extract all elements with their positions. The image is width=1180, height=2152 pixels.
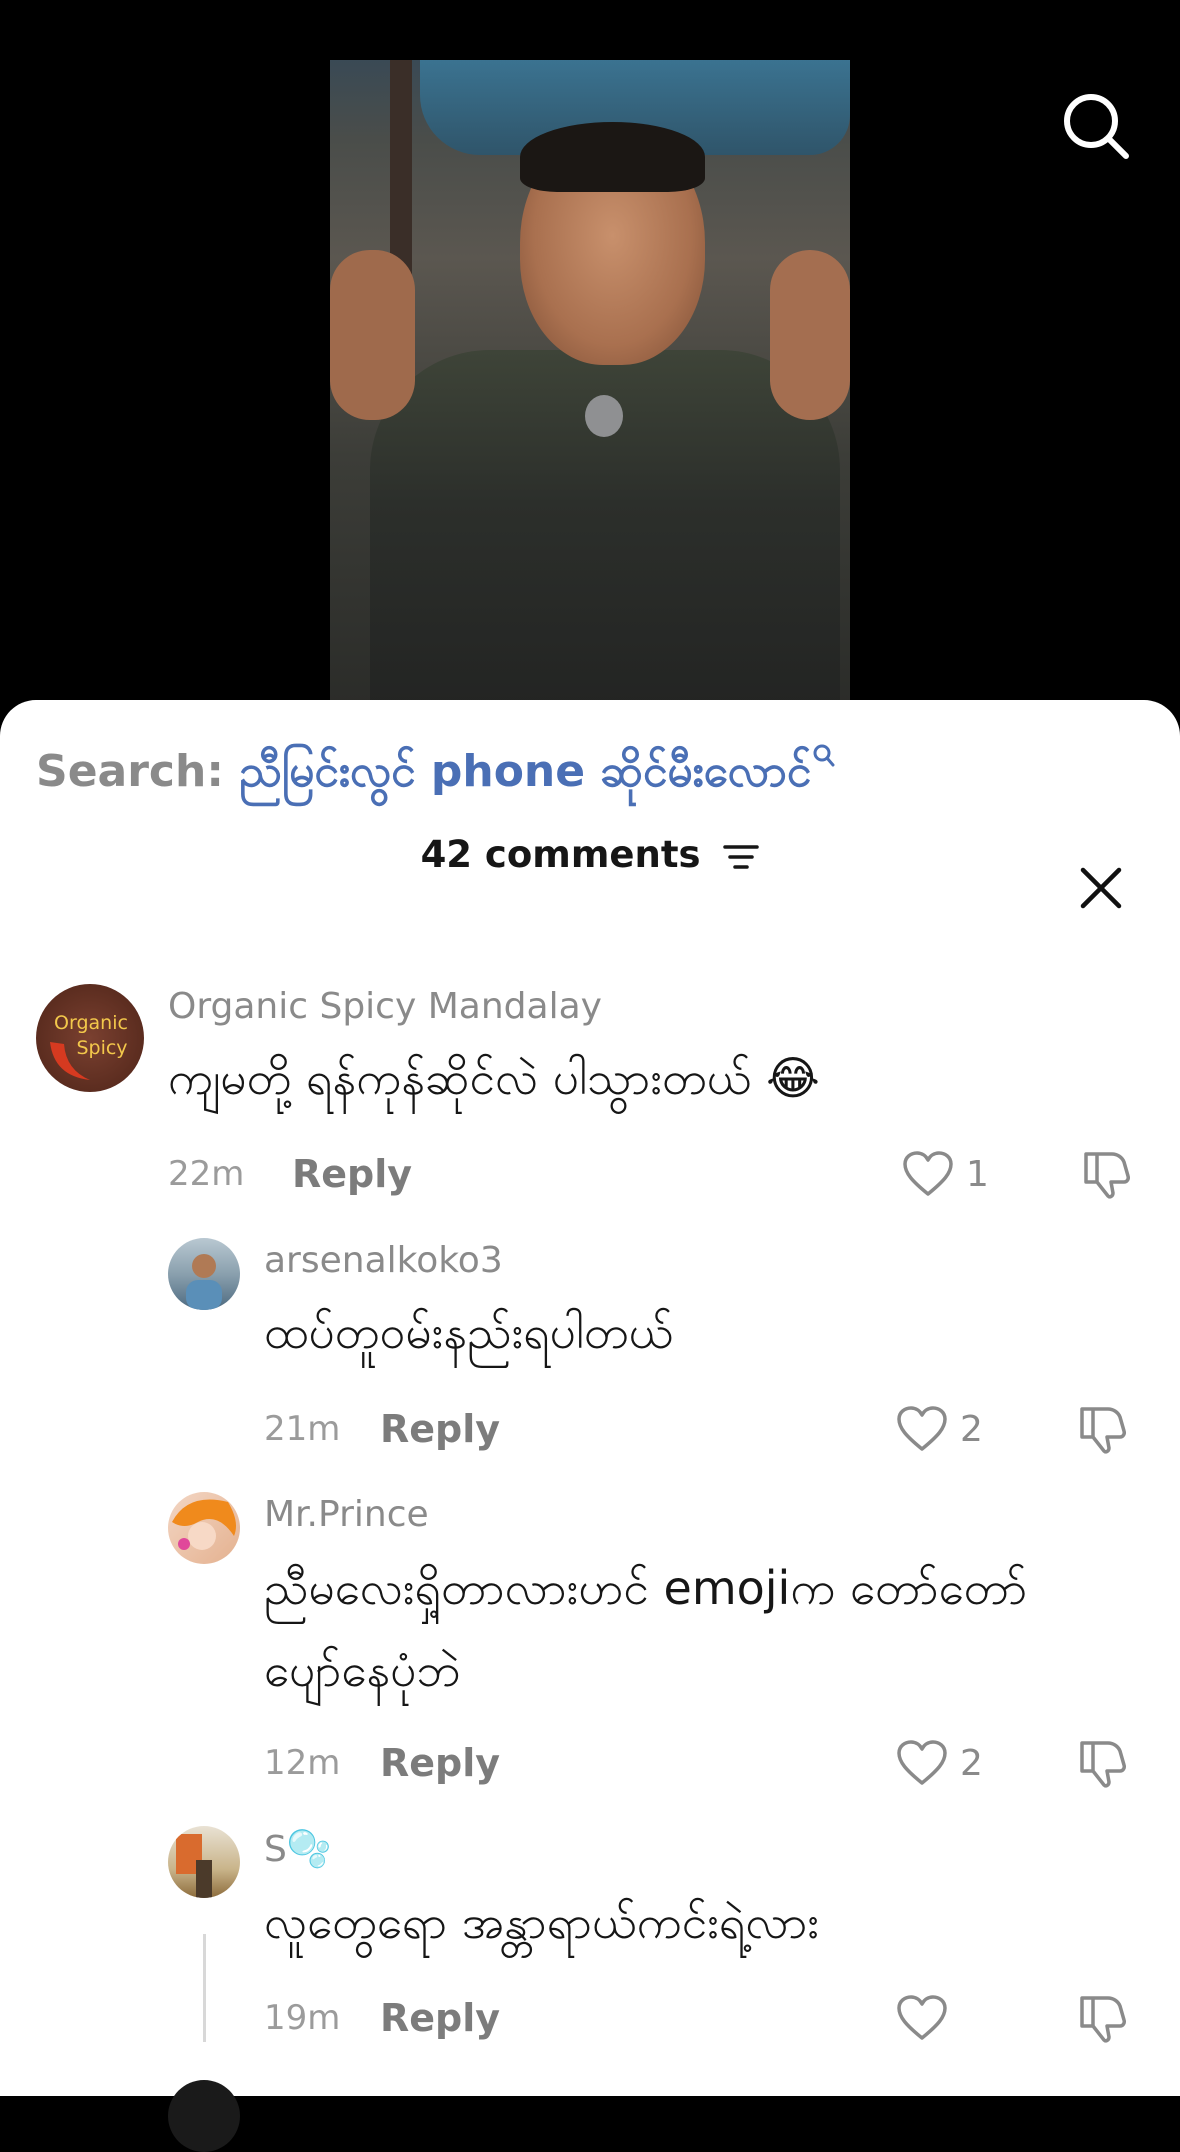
close-icon[interactable]	[1078, 865, 1124, 911]
avatar-anime-image	[172, 1499, 236, 1550]
video-player[interactable]	[0, 0, 1180, 720]
dislike-icon[interactable]	[1076, 1403, 1128, 1455]
comment-time: 22m	[168, 1154, 245, 1194]
avatar-text-spicy: Spicy	[76, 1037, 127, 1059]
reply-button[interactable]: Reply	[380, 1741, 500, 1785]
dislike-icon[interactable]	[1076, 1992, 1128, 2044]
search-icon[interactable]	[1060, 90, 1132, 162]
comment-text: ထပ်တူဝမ်းနည်းရပါတယ်	[264, 1305, 674, 1359]
avatar[interactable]	[168, 2080, 240, 2152]
comment-text: ကျမတို့ ရန်ကုန်ဆိုင်လဲ ပါသွားတယ် 😂	[168, 1051, 820, 1105]
search-query[interactable]: ညီမြင်းလွင် phone ဆိုင်မီးလောင်	[239, 746, 811, 797]
video-person-arm-left	[330, 250, 415, 420]
comment-time: 12m	[264, 1743, 341, 1783]
comment-username[interactable]: Organic Spicy Mandalay	[168, 986, 602, 1027]
avatar[interactable]	[168, 1238, 240, 1310]
heart-icon[interactable]	[896, 1405, 948, 1453]
video-person-arm-right	[770, 250, 850, 420]
video-person-hair	[520, 122, 705, 192]
like-count: 2	[960, 1743, 983, 1784]
comment-text-line: ညီမလေးရှိ့တာလားဟင် emojiက တော်တော်	[264, 1561, 1028, 1615]
heart-icon[interactable]	[902, 1150, 954, 1198]
avatar-logo: Organic Spicy	[50, 1012, 128, 1080]
avatar[interactable]: Organic Spicy	[36, 984, 144, 1092]
comment-time: 21m	[264, 1409, 341, 1449]
comments-header[interactable]: 42 comments	[0, 830, 1180, 880]
comment-username[interactable]: Mr.Prince	[264, 1494, 429, 1535]
comments-count: 42 comments	[420, 833, 701, 876]
dislike-icon[interactable]	[1076, 1737, 1128, 1789]
comment-time: 19m	[264, 1998, 341, 2038]
heart-icon[interactable]	[896, 1739, 948, 1787]
thread-line	[203, 1934, 206, 2042]
avatar-photo	[186, 1254, 222, 1310]
comment-username[interactable]: arsenalkoko3	[264, 1240, 503, 1281]
avatar[interactable]	[168, 1492, 240, 1564]
comment-username[interactable]: S🫧	[264, 1828, 332, 1870]
avatar-text-organic: Organic	[54, 1012, 128, 1034]
reply-button[interactable]: Reply	[292, 1152, 412, 1196]
avatar-photo	[176, 1834, 212, 1898]
video-frame[interactable]	[330, 60, 850, 720]
search-prefix: Search:	[36, 746, 240, 797]
avatar[interactable]	[168, 1826, 240, 1898]
comment-text: လူတွေရော အန္တာရာယ်ကင်းရဲ့လား	[264, 1895, 820, 1949]
dislike-icon[interactable]	[1080, 1148, 1132, 1200]
video-lapel-mic	[585, 395, 623, 437]
reply-button[interactable]: Reply	[380, 1996, 500, 2040]
comment-text-line: ပျော်နေပုံဘဲ	[264, 1643, 461, 1697]
like-count: 1	[966, 1154, 989, 1195]
sort-filter-icon[interactable]	[723, 842, 760, 872]
heart-icon[interactable]	[896, 1994, 948, 2042]
reply-button[interactable]: Reply	[380, 1407, 500, 1451]
small-search-icon	[813, 744, 835, 767]
like-count: 2	[960, 1409, 983, 1450]
search-suggestion[interactable]: Search: ညီမြင်းလွင် phone ဆိုင်မီးလောင်	[36, 744, 835, 800]
